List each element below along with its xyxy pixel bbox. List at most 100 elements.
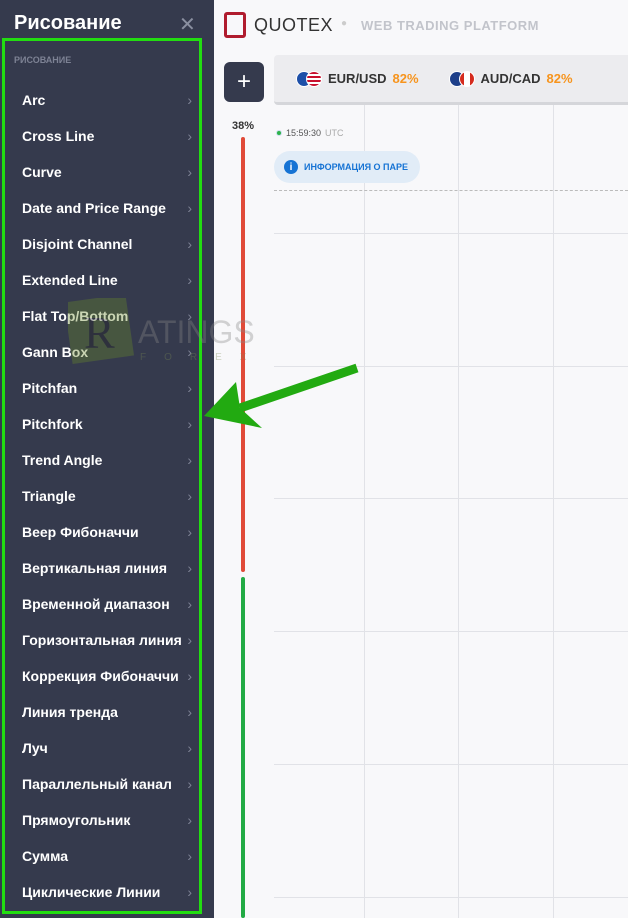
close-icon[interactable]: ✕ <box>179 12 196 37</box>
flag-icon <box>448 70 475 87</box>
pair-name: EUR/USD <box>328 71 387 86</box>
chevron-right-icon: › <box>187 380 192 396</box>
server-time: 15:59:30 UTC <box>276 128 344 138</box>
pair-name: AUD/CAD <box>480 71 541 86</box>
pair-tabs: EUR/USD 82% AUD/CAD 82% <box>274 55 628 105</box>
chevron-right-icon: › <box>187 416 192 432</box>
pair-info-button[interactable]: i ИНФОРМАЦИЯ О ПАРЕ <box>274 151 421 183</box>
info-label: ИНФОРМАЦИЯ О ПАРЕ <box>304 162 409 172</box>
item-label: Прямоугольник <box>22 812 131 828</box>
drawing-tool-item[interactable]: Циклические Линии › <box>22 874 192 910</box>
item-label: Параллельный канал <box>22 776 172 792</box>
info-icon: i <box>284 160 298 174</box>
chevron-right-icon: › <box>187 488 192 504</box>
item-label: Date and Price Range <box>22 200 166 216</box>
chevron-right-icon: › <box>187 236 192 252</box>
item-label: Curve <box>22 164 62 180</box>
drawing-tool-item[interactable]: Arc › <box>22 82 192 118</box>
chevron-right-icon: › <box>187 596 192 612</box>
chevron-right-icon: › <box>187 200 192 216</box>
chevron-right-icon: › <box>187 524 192 540</box>
drawing-tool-item[interactable]: Сумма › <box>22 838 192 874</box>
drawing-tool-item[interactable]: Pitchfan › <box>22 370 192 406</box>
item-label: Линия тренда <box>22 704 118 720</box>
chevron-right-icon: › <box>187 740 192 756</box>
chevron-right-icon: › <box>187 632 192 648</box>
chevron-right-icon: › <box>187 92 192 108</box>
pair-tab-audcad[interactable]: AUD/CAD 82% <box>448 70 573 87</box>
chevron-right-icon: › <box>187 128 192 144</box>
chevron-right-icon: › <box>187 308 192 324</box>
item-label: Сумма <box>22 848 69 864</box>
logo-icon <box>224 12 246 38</box>
item-label: Горизонтальная линия <box>22 632 182 648</box>
chevron-right-icon: › <box>187 452 192 468</box>
chevron-right-icon: › <box>187 704 192 720</box>
drawing-tool-item[interactable]: Flat Top/Bottom › <box>22 298 192 334</box>
drawing-tool-item[interactable]: Trend Angle › <box>22 442 192 478</box>
drawing-tool-item[interactable]: Линия тренда › <box>22 694 192 730</box>
chevron-right-icon: › <box>187 560 192 576</box>
drawing-tool-item[interactable]: Pitchfork › <box>22 406 192 442</box>
chevron-right-icon: › <box>187 344 192 360</box>
logo[interactable]: QUOTEX <box>224 12 333 38</box>
pair-tab-eurusd[interactable]: EUR/USD 82% <box>296 70 419 87</box>
sidebar-title: Рисование <box>14 12 122 34</box>
item-label: Cross Line <box>22 128 95 144</box>
time-value: 15:59:30 <box>286 128 322 138</box>
item-label: Extended Line <box>22 272 118 288</box>
drawing-tool-item[interactable]: Gann Box › <box>22 334 192 370</box>
item-label: Arc <box>22 92 46 108</box>
section-label: РИСОВАНИЕ <box>14 55 72 65</box>
brand-name: QUOTEX <box>254 14 334 35</box>
drawing-tool-item[interactable]: Date and Price Range › <box>22 190 192 226</box>
timezone: UTC <box>325 128 344 138</box>
drawing-tool-item[interactable]: Горизонтальная линия › <box>22 622 192 658</box>
chevron-right-icon: › <box>187 776 192 792</box>
drawing-tool-item[interactable]: Параллельный канал › <box>22 766 192 802</box>
item-label: Pitchfan <box>22 380 78 396</box>
chevron-right-icon: › <box>187 848 192 864</box>
chevron-right-icon: › <box>187 668 192 684</box>
item-label: Вертикальная линия <box>22 560 168 576</box>
item-label: Циклические Линии <box>22 884 161 900</box>
flag-icon <box>296 70 322 87</box>
add-pair-button[interactable]: + <box>224 62 264 102</box>
item-label: Коррекция Фибоначчи <box>22 668 179 684</box>
pair-payout: 82% <box>392 71 419 86</box>
item-label: Flat Top/Bottom <box>22 308 129 324</box>
item-label: Временной диапазон <box>22 596 170 612</box>
drawing-tool-item[interactable]: Прямоугольник › <box>22 802 192 838</box>
item-label: Луч <box>22 740 48 756</box>
item-label: Веер Фибоначчи <box>22 524 139 540</box>
item-label: Pitchfork <box>22 416 83 432</box>
annotation-arrow <box>204 363 359 428</box>
price-line <box>274 190 628 191</box>
item-label: Disjoint Channel <box>22 236 133 252</box>
drawing-tool-item[interactable]: Временной диапазон › <box>22 586 192 622</box>
sentiment-up-bar <box>241 577 245 918</box>
drawing-tool-item[interactable]: Extended Line › <box>22 262 192 298</box>
drawing-tool-item[interactable]: Cross Line › <box>22 118 192 154</box>
drawing-tool-item[interactable]: Curve › <box>22 154 192 190</box>
item-label: Triangle <box>22 488 76 504</box>
item-label: Gann Box <box>22 344 89 360</box>
chevron-right-icon: › <box>187 812 192 828</box>
chevron-right-icon: › <box>187 164 192 180</box>
drawing-sidebar: Рисование ✕ РИСОВАНИЕ Arc › Cross Line › Cur… <box>0 0 214 918</box>
chevron-right-icon: › <box>187 272 192 288</box>
sentiment-down-bar <box>241 137 245 572</box>
drawing-tool-item[interactable]: Disjoint Channel › <box>22 226 192 262</box>
status-dot-icon <box>276 130 282 136</box>
drawing-tool-item[interactable]: Вертикальная линия › <box>22 550 192 586</box>
drawing-tool-item[interactable]: Луч › <box>22 730 192 766</box>
main-area: QUOTEX ● WEB TRADING PLATFORM + EUR/USD 8… <box>214 0 628 918</box>
drawing-tool-item[interactable]: Веер Фибоначчи › <box>22 514 192 550</box>
chevron-right-icon: › <box>187 884 192 900</box>
drawing-tool-item[interactable]: Triangle › <box>22 478 192 514</box>
separator-dot: ● <box>341 18 348 29</box>
pair-payout: 82% <box>546 71 573 86</box>
item-label: Trend Angle <box>22 452 103 468</box>
sentiment-percent: 38% <box>232 120 255 132</box>
drawing-tool-item[interactable]: Коррекция Фибоначчи › <box>22 658 192 694</box>
